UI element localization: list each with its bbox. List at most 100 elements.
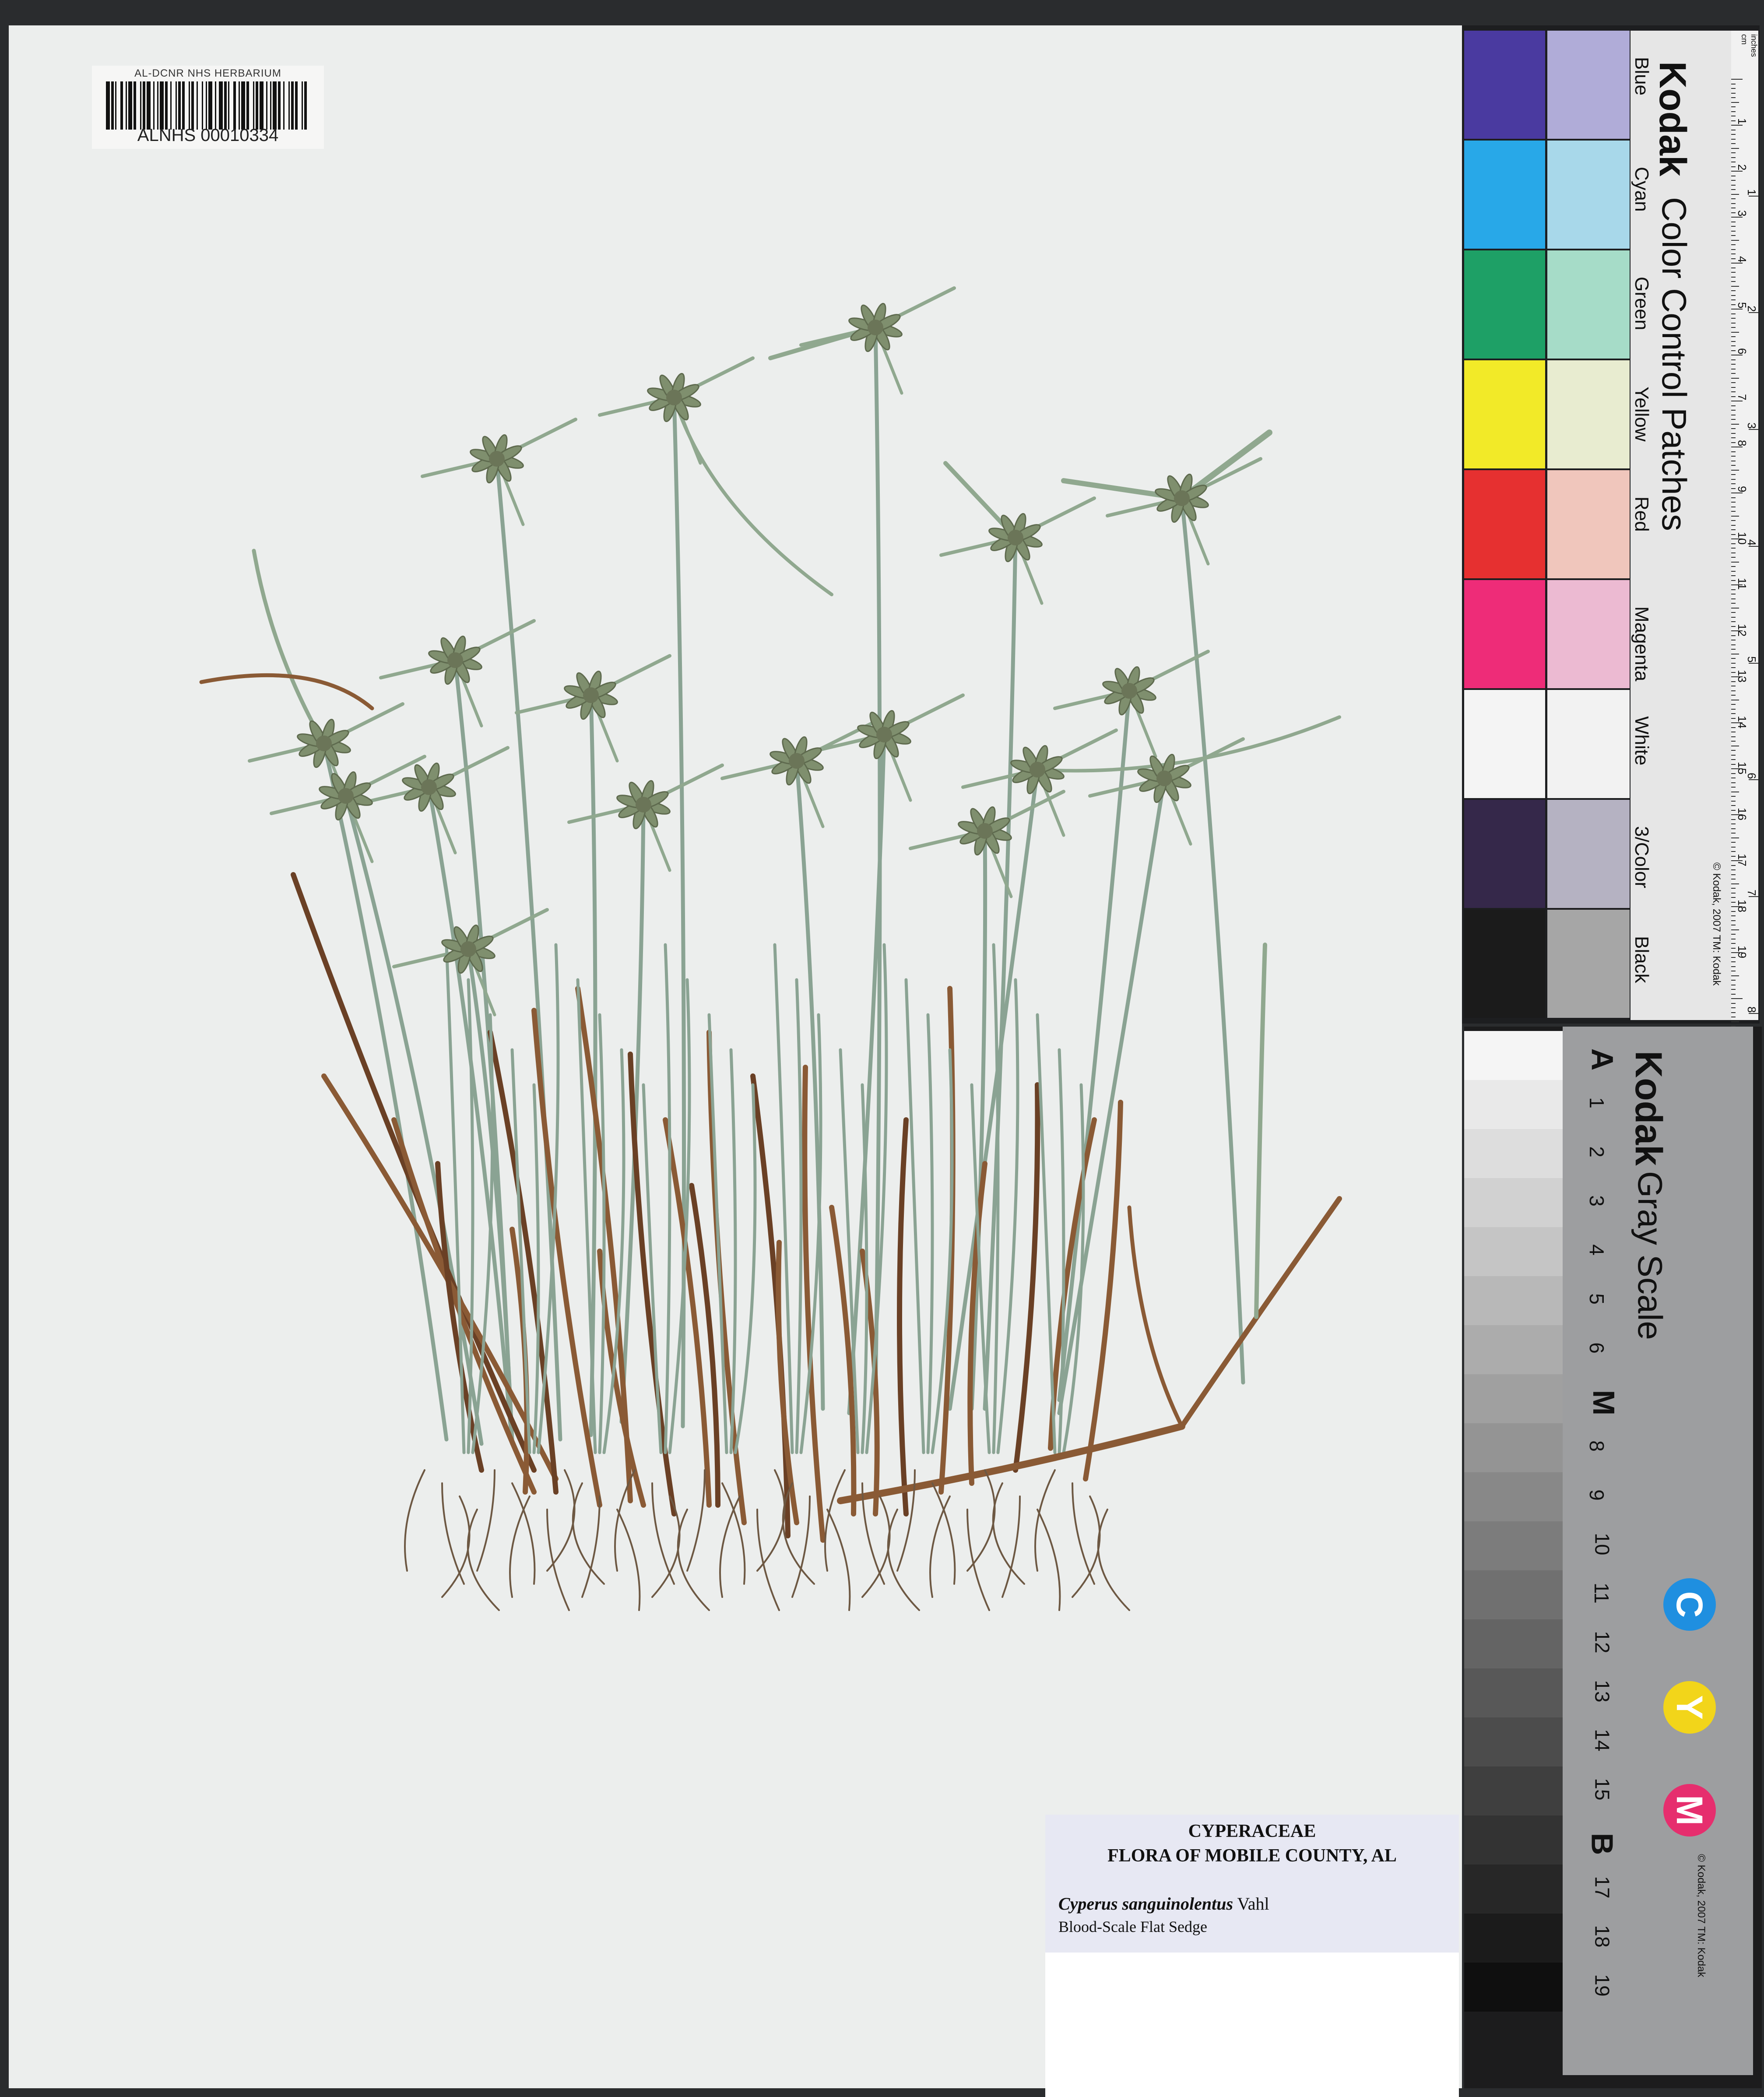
patch-label: Yellow — [1631, 387, 1652, 442]
gray-step-label: 9 — [1585, 1489, 1608, 1501]
gray-step-label: M — [1587, 1390, 1621, 1416]
ruler-inch-label: 1 — [1745, 189, 1758, 196]
gray-step-label: 2 — [1585, 1146, 1608, 1158]
patch-7 — [1464, 800, 1545, 908]
patch-8 — [1464, 910, 1545, 1018]
patch-label: Red — [1631, 496, 1652, 532]
gray-step-label: 3 — [1585, 1195, 1608, 1207]
ruler-inch-label: 2 — [1745, 306, 1758, 312]
gray-step-8 — [1464, 1423, 1563, 1472]
ruler-cm-label: 12 — [1736, 624, 1749, 637]
patch-3 — [1464, 360, 1545, 468]
patch-tint-0 — [1547, 31, 1630, 139]
scientific-name: Cyperus sanguinolentus — [1058, 1894, 1233, 1914]
gray-step-16 — [1464, 1816, 1563, 1865]
ruler-cm-label: 8 — [1736, 440, 1749, 447]
ruler-cm-label: 19 — [1736, 946, 1749, 958]
herbarium-sheet: AL-DCNR NHS HERBARIUM ALNHS 00010334 CYP… — [9, 25, 1462, 2097]
ruler-cm-label: 18 — [1736, 900, 1749, 912]
patch-tint-3 — [1547, 360, 1630, 468]
gray-card-copyright: © Kodak, 2007 TM: Kodak — [1695, 1854, 1707, 1977]
gray-step-label: 8 — [1585, 1440, 1608, 1452]
gray-step-label: 6 — [1585, 1342, 1608, 1354]
ruler-inch-label: 8 — [1745, 1006, 1758, 1013]
gray-step-13 — [1464, 1668, 1563, 1717]
patch-tint-1 — [1547, 141, 1630, 249]
kodak-logo-gray: Kodak — [1627, 1051, 1669, 1166]
patch-label: Green — [1631, 277, 1652, 331]
gray-step-0 — [1464, 1031, 1563, 1080]
cmy-dot-C: C — [1663, 1578, 1716, 1631]
gray-step-label: 13 — [1591, 1680, 1614, 1703]
patch-tint-6 — [1547, 690, 1630, 798]
ruler-cm-label: 14 — [1736, 716, 1749, 728]
kodak-logo: Kodak — [1652, 61, 1694, 176]
gray-step-label: 10 — [1591, 1533, 1614, 1555]
gray-step-18 — [1464, 1914, 1563, 1963]
ruler-unit-inches: inches — [1750, 34, 1758, 57]
gray-step-label: 19 — [1591, 1974, 1614, 1997]
gray-step-label: 17 — [1591, 1876, 1614, 1899]
gray-step-11 — [1464, 1570, 1563, 1619]
blank-label-area — [1045, 1953, 1459, 2097]
patch-tint-8 — [1547, 910, 1630, 1018]
cmy-dot-Y: Y — [1663, 1681, 1716, 1734]
patch-6 — [1464, 690, 1545, 798]
ruler-inch-label: 3 — [1745, 422, 1758, 429]
ruler-cm-label: 9 — [1736, 486, 1749, 493]
color-card-title: Color Control Patches — [1655, 197, 1694, 531]
ruler-inch-label: 4 — [1745, 539, 1758, 546]
ruler-cm-label: 11 — [1736, 578, 1749, 590]
ruler-cm-label: 2 — [1736, 164, 1749, 171]
ruler-cm-label: 17 — [1736, 854, 1749, 866]
gray-step-4 — [1464, 1227, 1563, 1276]
ruler: cm inches 1 2 3 4 5 6 7 8 9 10 11 12 13 14 15 16 17 18 19 1 2 3… — [1731, 31, 1758, 1063]
patch-label: 3/Color — [1631, 826, 1652, 888]
gray-step-label: 12 — [1591, 1631, 1614, 1654]
gray-step-label: B — [1585, 1833, 1620, 1855]
cmy-dot-M: M — [1663, 1784, 1716, 1837]
patch-tint-5 — [1547, 580, 1630, 688]
patch-tint-4 — [1547, 470, 1630, 578]
gray-step-label: A — [1585, 1048, 1620, 1071]
patch-2 — [1464, 250, 1545, 359]
color-card-label-strip: Kodak Color Control Patches © Kodak, 200… — [1630, 31, 1731, 1020]
gray-step-12 — [1464, 1619, 1563, 1668]
patch-5 — [1464, 580, 1545, 688]
gray-step-label: 5 — [1585, 1293, 1608, 1305]
color-card-copyright: © Kodak, 2007 TM: Kodak — [1711, 862, 1722, 986]
patch-label: Black — [1631, 936, 1652, 983]
gray-step-15 — [1464, 1766, 1563, 1816]
gray-step-5 — [1464, 1276, 1563, 1325]
patch-1 — [1464, 141, 1545, 249]
plant-specimen — [199, 286, 1342, 1611]
patch-label: Cyan — [1631, 167, 1652, 212]
patch-tint-2 — [1547, 250, 1630, 359]
patch-label: White — [1631, 716, 1652, 766]
ruler-cm-label: 16 — [1736, 808, 1749, 820]
gray-step-label: 4 — [1585, 1244, 1608, 1256]
ruler-inch-label: 7 — [1745, 889, 1758, 896]
gray-step-19 — [1464, 1963, 1563, 2012]
gray-step-10 — [1464, 1521, 1563, 1570]
gray-step-label: 15 — [1591, 1778, 1614, 1801]
gray-step-label: 11 — [1590, 1583, 1613, 1604]
gray-step-17 — [1464, 1865, 1563, 1914]
patch-label: Blue — [1631, 57, 1652, 96]
ruler-cm-label: 13 — [1736, 670, 1749, 683]
ruler-cm-label: 1 — [1736, 118, 1749, 125]
determination-label: CYPERACEAE FLORA OF MOBILE COUNTY, AL Cy… — [1045, 1815, 1459, 1953]
common-name: Blood-Scale Flat Sedge — [1058, 1918, 1207, 1935]
gray-step-2 — [1464, 1129, 1563, 1178]
gray-step-label: 1 — [1585, 1097, 1608, 1108]
gray-card-title: Gray Scale — [1631, 1171, 1669, 1340]
ruler-cm-label: 6 — [1736, 348, 1749, 355]
ruler-inch-label: 6 — [1745, 773, 1758, 779]
gray-step-6 — [1464, 1325, 1563, 1374]
patch-tint-7 — [1547, 800, 1630, 908]
ruler-cm-label: 7 — [1736, 394, 1749, 401]
patch-0 — [1464, 31, 1545, 139]
gray-step-3 — [1464, 1178, 1563, 1227]
gray-step-9 — [1464, 1472, 1563, 1521]
ruler-cm-label: 4 — [1736, 256, 1749, 263]
